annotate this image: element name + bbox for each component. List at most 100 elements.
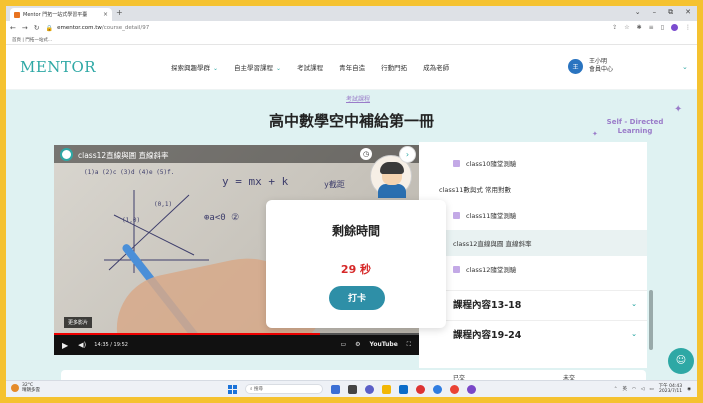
nav-youth-maker[interactable]: 青年自造 xyxy=(339,62,365,72)
clock[interactable]: 下午 04:43 2023/7/11 xyxy=(659,384,682,394)
reload-icon[interactable]: ↻ xyxy=(34,24,40,32)
notification-icon[interactable]: ◉ xyxy=(687,387,691,392)
lock-icon[interactable]: 🔒 xyxy=(46,25,53,32)
reading-list-icon[interactable]: ≡ xyxy=(649,24,654,31)
user-menu[interactable]: 王小明 會員中心 xyxy=(589,58,613,74)
store-icon[interactable] xyxy=(399,384,408,394)
nav-explore-interest[interactable]: 探索興趣學群 ⌄ xyxy=(171,62,218,72)
menu-dots-icon[interactable]: ⋮ xyxy=(685,24,691,31)
volume-icon[interactable]: ◀) xyxy=(78,341,86,349)
section-19-24[interactable]: 課程內容19-24 ⌄ xyxy=(419,320,647,346)
tab-close-icon[interactable]: × xyxy=(103,11,108,18)
browser-tab[interactable]: Mentor 門拓一站式學習平臺 × xyxy=(10,8,112,21)
chrome-active-icon[interactable] xyxy=(450,384,459,394)
app-icon[interactable] xyxy=(467,384,476,394)
tab-search-icon[interactable]: ⌄ xyxy=(635,8,641,17)
tray-chevron-icon[interactable]: ⌃ xyxy=(614,387,618,392)
lesson-item[interactable]: class11隨堂測驗 xyxy=(419,202,647,228)
chevron-down-icon: ⌄ xyxy=(631,329,637,338)
timer-modal: 剩餘時間 29 秒 打卡 xyxy=(266,200,446,328)
close-window-button[interactable]: ✕ xyxy=(685,8,691,17)
taskbar-search[interactable]: ⌕ 搜尋 xyxy=(245,384,323,394)
address-bar: ← → ↻ 🔒 ementor.com.tw/course_detail/97 … xyxy=(6,21,697,35)
windows-start-icon[interactable] xyxy=(228,384,237,394)
scrollbar[interactable] xyxy=(649,290,653,350)
user-name: 王小明 xyxy=(589,58,608,65)
quiz-icon xyxy=(453,211,460,219)
wifi-icon[interactable]: ◠ xyxy=(632,387,636,392)
windows-taskbar: 32°C 晴朗多雲 ⌕ 搜尋 ⌃ 英 ◠ ◁ ▭ 下午 04:43 2023/7… xyxy=(6,380,697,397)
lesson-item[interactable]: class12隨堂測驗 xyxy=(419,256,647,282)
chrome-icon[interactable] xyxy=(416,384,425,394)
nav-self-learning[interactable]: 自主學習課程 ⌄ xyxy=(234,62,281,72)
modal-title: 剩餘時間 xyxy=(331,224,380,238)
chat-messenger-icon[interactable]: ☺ xyxy=(668,348,694,374)
play-icon[interactable]: ▶ xyxy=(62,341,68,350)
course-content-panel: class10隨堂測驗 class11數與式 常用對數 class11隨堂測驗 … xyxy=(419,142,647,368)
profile-avatar-icon[interactable] xyxy=(671,24,678,31)
quiz-icon xyxy=(453,159,460,167)
widgets-icon[interactable] xyxy=(331,384,340,394)
channel-avatar[interactable] xyxy=(60,148,73,161)
course-page: 考試課程 高中數學空中補給第一冊 ✦ ✦ Self - Directed Lea… xyxy=(6,90,697,382)
sidebar-icon[interactable]: ▯ xyxy=(661,24,664,31)
url-field[interactable]: ementor.com.tw/course_detail/97 xyxy=(57,25,149,31)
bookmark-item[interactable]: 首頁 | 門拓一站式... xyxy=(12,38,52,43)
weather-widget[interactable]: 32°C 晴朗多雲 xyxy=(11,383,40,393)
more-videos-label[interactable]: 更多影片 xyxy=(64,317,93,328)
chat-icon[interactable] xyxy=(365,384,374,394)
forward-arrow-icon[interactable]: → xyxy=(22,24,28,32)
nav-become-teacher[interactable]: 成為老師 xyxy=(423,62,449,72)
extension-icon[interactable]: ✱ xyxy=(637,24,642,31)
video-controls: ▶ ◀) 14:35 / 19:52 ▭ ⚙ YouTube ⛶ xyxy=(54,335,419,355)
video-title[interactable]: class12直線與圓 直線斜率 xyxy=(78,150,169,161)
avatar[interactable]: 王 xyxy=(568,59,583,74)
section-13-18[interactable]: 課程內容13-18 ⌄ xyxy=(419,290,647,316)
page-title: 高中數學空中補給第一冊 xyxy=(268,112,434,130)
chevron-down-icon: ⌄ xyxy=(276,65,282,72)
nav-exam-courses[interactable]: 考試課程 xyxy=(297,62,323,72)
lesson-item[interactable]: class11數與式 常用對數 xyxy=(419,176,647,238)
back-arrow-icon[interactable]: ← xyxy=(10,24,16,32)
url-path: /course_detail/97 xyxy=(101,25,150,31)
fullscreen-icon[interactable]: ⛶ xyxy=(407,341,411,349)
self-directed-badge: Self - Directed Learning xyxy=(606,118,664,135)
video-time: 14:35 / 19:52 xyxy=(94,342,128,348)
subtitles-icon[interactable]: ▭ xyxy=(340,341,346,349)
browser-toolbar-icons: ⇪ ☆ ✱ ≡ ▯ ⋮ xyxy=(612,24,691,31)
chevron-down-icon: ⌄ xyxy=(213,65,219,72)
chevron-down-icon[interactable]: ⌄ xyxy=(682,63,688,71)
quiz-icon xyxy=(453,265,460,273)
settings-gear-icon[interactable]: ⚙ xyxy=(355,341,360,349)
lesson-item[interactable]: class10隨堂測驗 xyxy=(419,150,647,176)
panel-toggle-chevron-icon[interactable]: › xyxy=(399,146,416,163)
sun-icon xyxy=(11,384,19,392)
taskbar-apps: ⌕ 搜尋 xyxy=(228,384,476,394)
minimize-button[interactable]: – xyxy=(653,8,657,17)
nav-mobile-mentor[interactable]: 行動門拓 xyxy=(381,62,407,72)
category-link[interactable]: 考試課程 xyxy=(346,94,370,103)
screenshot: Mentor 門拓一站式學習平臺 × + ⌄ – ⧉ ✕ ← → ↻ 🔒 eme… xyxy=(6,6,697,397)
star-icon[interactable]: ☆ xyxy=(624,24,629,31)
browser-tabbar: Mentor 門拓一站式學習平臺 × + ⌄ – ⧉ ✕ xyxy=(6,6,697,21)
speaker-icon[interactable]: ◁ xyxy=(641,387,644,392)
battery-icon[interactable]: ▭ xyxy=(649,387,653,392)
check-in-button[interactable]: 打卡 xyxy=(329,286,385,310)
video-note: y截距 xyxy=(324,180,345,189)
input-language[interactable]: 英 xyxy=(622,386,627,392)
member-center-label: 會員中心 xyxy=(589,66,614,73)
edge-icon[interactable] xyxy=(433,384,442,394)
youtube-logo[interactable]: YouTube xyxy=(370,341,398,349)
file-explorer-icon[interactable] xyxy=(382,384,391,394)
mentor-logo[interactable]: MENTOR xyxy=(20,58,96,76)
maximize-button[interactable]: ⧉ xyxy=(668,8,673,17)
system-tray: ⌃ 英 ◠ ◁ ▭ 下午 04:43 2023/7/11 ◉ xyxy=(614,384,691,394)
sparkle-icon: ✦ xyxy=(592,130,598,138)
new-tab-button[interactable]: + xyxy=(116,8,123,17)
share-icon[interactable]: ⇪ xyxy=(612,24,617,31)
site-header: MENTOR 探索興趣學群 ⌄ 自主學習課程 ⌄ 考試課程 青年自造 行動門拓 成為… xyxy=(6,45,697,90)
clock-icon[interactable]: ◷ xyxy=(360,148,372,160)
lesson-item-active[interactable]: class12直線與圓 直線斜率 xyxy=(419,230,647,256)
task-view-icon[interactable] xyxy=(348,384,357,394)
video-right-controls: ▭ ⚙ YouTube ⛶ xyxy=(340,341,411,349)
